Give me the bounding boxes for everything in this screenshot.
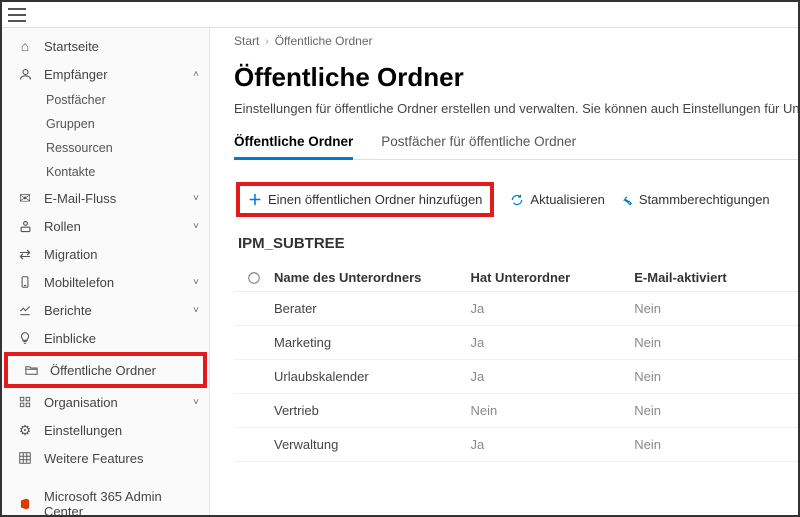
sidebar-item-groups[interactable]: Gruppen (2, 112, 209, 136)
cell-mail: Nein (634, 437, 798, 452)
folder-icon (22, 363, 40, 378)
chevron-down-icon: ˅ (193, 221, 199, 232)
chevron-down-icon: ˅ (193, 305, 199, 316)
page-description: Einstellungen für öffentliche Ordner ers… (234, 101, 798, 116)
select-all-checkbox[interactable] (234, 271, 274, 285)
wrench-icon (619, 193, 633, 207)
cell-name: Berater (274, 301, 471, 316)
breadcrumb: Start › Öffentliche Ordner (234, 34, 798, 48)
sidebar-item-insights[interactable]: Einblicke (2, 324, 209, 352)
button-label: Aktualisieren (530, 192, 604, 207)
highlight-public-folders: Öffentliche Ordner (4, 352, 207, 388)
table-row[interactable]: BeraterJaNein (234, 292, 798, 326)
chevron-down-icon: ˅ (193, 397, 199, 408)
cell-mail: Nein (634, 301, 798, 316)
gear-icon: ⚙ (16, 422, 34, 439)
cell-name: Marketing (274, 335, 471, 350)
folder-table: Name des Unterordners Hat Unterordner E-… (234, 264, 798, 462)
cell-mail: Nein (634, 369, 798, 384)
button-label: Einen öffentlichen Ordner hinzufügen (268, 192, 482, 207)
tab-pf-mailboxes[interactable]: Postfächer für öffentliche Ordner (381, 134, 576, 159)
menu-toggle-icon[interactable] (8, 8, 26, 22)
topbar (2, 2, 798, 28)
table-row[interactable]: MarketingJaNein (234, 326, 798, 360)
mobile-icon (16, 275, 34, 289)
organization-icon (16, 395, 34, 409)
cell-hassub: Ja (471, 437, 635, 452)
cell-name: Vertrieb (274, 403, 471, 418)
table-row[interactable]: VertriebNeinNein (234, 394, 798, 428)
sidebar-item-mobile[interactable]: Mobiltelefon ˅ (2, 268, 209, 296)
root-permissions-button[interactable]: Stammberechtigungen (619, 192, 770, 207)
table-row[interactable]: VerwaltungJaNein (234, 428, 798, 462)
cell-hassub: Ja (471, 301, 635, 316)
sidebar-item-mailflow[interactable]: ✉ E-Mail-Fluss ˅ (2, 184, 209, 212)
sidebar-item-public-folders[interactable]: Öffentliche Ordner (8, 356, 203, 384)
table-row[interactable]: UrlaubskalenderJaNein (234, 360, 798, 394)
chevron-right-icon: › (265, 36, 268, 47)
breadcrumb-root[interactable]: Start (234, 34, 259, 48)
table-header: Name des Unterordners Hat Unterordner E-… (234, 264, 798, 292)
person-icon (16, 67, 34, 82)
tab-public-folders[interactable]: Öffentliche Ordner (234, 134, 353, 160)
chevron-down-icon: ˅ (193, 193, 199, 204)
cell-name: Urlaubskalender (274, 369, 471, 384)
sidebar-item-settings[interactable]: ⚙ Einstellungen (2, 416, 209, 444)
column-header-hassub[interactable]: Hat Unterordner (471, 270, 635, 285)
column-header-name[interactable]: Name des Unterordners (274, 270, 471, 285)
mail-icon: ✉ (16, 190, 34, 207)
home-icon: ⌂ (16, 38, 34, 54)
cell-hassub: Nein (471, 403, 635, 418)
cell-hassub: Ja (471, 369, 635, 384)
breadcrumb-current: Öffentliche Ordner (275, 34, 373, 48)
migration-icon: ⇄ (16, 246, 34, 263)
sidebar-item-features[interactable]: Weitere Features (2, 444, 209, 472)
reports-icon (16, 303, 34, 317)
sidebar-item-m365-admin[interactable]: Microsoft 365 Admin Center (2, 490, 209, 515)
cell-mail: Nein (634, 335, 798, 350)
page-title: Öffentliche Ordner (234, 62, 798, 93)
add-public-folder-button[interactable]: ＋ Einen öffentlichen Ordner hinzufügen (248, 192, 482, 207)
sidebar-item-mailboxes[interactable]: Postfächer (2, 88, 209, 112)
office-icon (16, 497, 34, 511)
refresh-icon (510, 193, 524, 207)
main-content: Start › Öffentliche Ordner Öffentliche O… (210, 28, 798, 515)
sidebar: ⌂ Startseite Empfänger ˄ Postfächer Grup… (2, 28, 210, 515)
sidebar-item-resources[interactable]: Ressourcen (2, 136, 209, 160)
sidebar-item-home[interactable]: ⌂ Startseite (2, 32, 209, 60)
refresh-button[interactable]: Aktualisieren (510, 192, 604, 207)
cell-hassub: Ja (471, 335, 635, 350)
column-header-mail[interactable]: E-Mail-aktiviert (634, 270, 798, 285)
subtree-title: IPM_SUBTREE (238, 235, 798, 252)
plus-icon: ＋ (248, 193, 262, 207)
sidebar-item-organization[interactable]: Organisation ˅ (2, 388, 209, 416)
sidebar-item-reports[interactable]: Berichte ˅ (2, 296, 209, 324)
sidebar-item-migration[interactable]: ⇄ Migration (2, 240, 209, 268)
sidebar-item-contacts[interactable]: Kontakte (2, 160, 209, 184)
toolbar: ＋ Einen öffentlichen Ordner hinzufügen A… (234, 182, 798, 217)
sidebar-item-label: Startseite (44, 39, 199, 54)
roles-icon (16, 219, 34, 234)
cell-mail: Nein (634, 403, 798, 418)
sidebar-item-recipients[interactable]: Empfänger ˄ (2, 60, 209, 88)
tabs: Öffentliche Ordner Postfächer für öffent… (234, 134, 798, 160)
grid-icon (16, 451, 34, 465)
highlight-add-button: ＋ Einen öffentlichen Ordner hinzufügen (236, 182, 494, 217)
sidebar-item-label: Empfänger (44, 67, 193, 82)
button-label: Stammberechtigungen (639, 192, 770, 207)
lightbulb-icon (16, 331, 34, 345)
chevron-down-icon: ˅ (193, 277, 199, 288)
cell-name: Verwaltung (274, 437, 471, 452)
sidebar-item-roles[interactable]: Rollen ˅ (2, 212, 209, 240)
chevron-up-icon: ˄ (193, 69, 199, 80)
sidebar-subgroup-recipients: Postfächer Gruppen Ressourcen Kontakte (2, 88, 209, 184)
